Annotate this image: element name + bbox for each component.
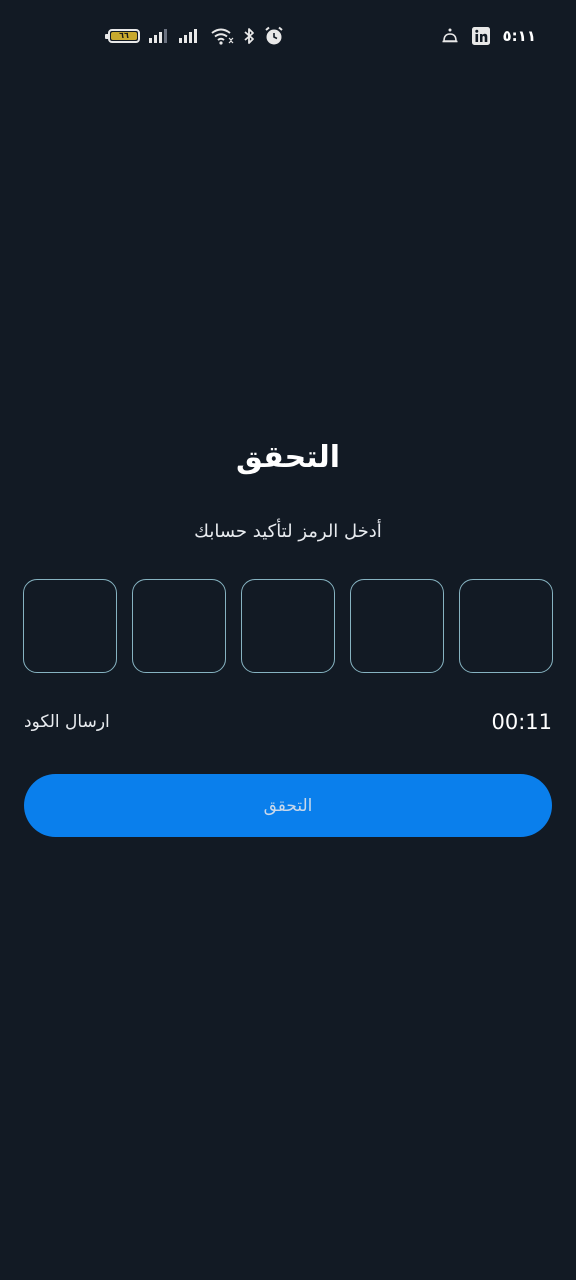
otp-digit-input[interactable]: [459, 579, 553, 673]
otp-digit-input[interactable]: [241, 579, 335, 673]
status-time: ٥:١١: [502, 27, 536, 45]
notification-icon: [441, 27, 459, 45]
resend-code-link[interactable]: ارسال الكود: [24, 707, 110, 737]
page-subtitle: أدخل الرمز لتأكيد حسابك: [194, 521, 382, 542]
verify-button[interactable]: التحقق: [24, 774, 552, 837]
bluetooth-icon: [242, 27, 256, 45]
otp-input-group: [23, 579, 553, 675]
otp-digit-input[interactable]: [350, 579, 444, 673]
status-bar-left: ٦٦: [105, 22, 284, 50]
verification-screen: ٦٦ ٥:١١ التحقق أدخل الرمز لتأكيد حسابك 0…: [0, 0, 576, 1280]
otp-digit-input[interactable]: [132, 579, 226, 673]
signal-icon: [148, 28, 170, 44]
battery-icon: ٦٦: [105, 29, 140, 43]
status-bar-right: ٥:١١: [441, 22, 536, 50]
verify-button-label: التحقق: [263, 795, 313, 816]
signal-icon: [178, 28, 202, 44]
alarm-icon: [264, 26, 284, 46]
wifi-icon: [210, 27, 234, 45]
page-title: التحقق: [235, 440, 341, 475]
otp-digit-input[interactable]: [23, 579, 117, 673]
linkedin-icon: [471, 26, 491, 46]
countdown-timer: 00:11: [491, 710, 552, 734]
status-bar: ٦٦ ٥:١١: [0, 0, 576, 72]
battery-level: ٦٦: [119, 31, 129, 40]
